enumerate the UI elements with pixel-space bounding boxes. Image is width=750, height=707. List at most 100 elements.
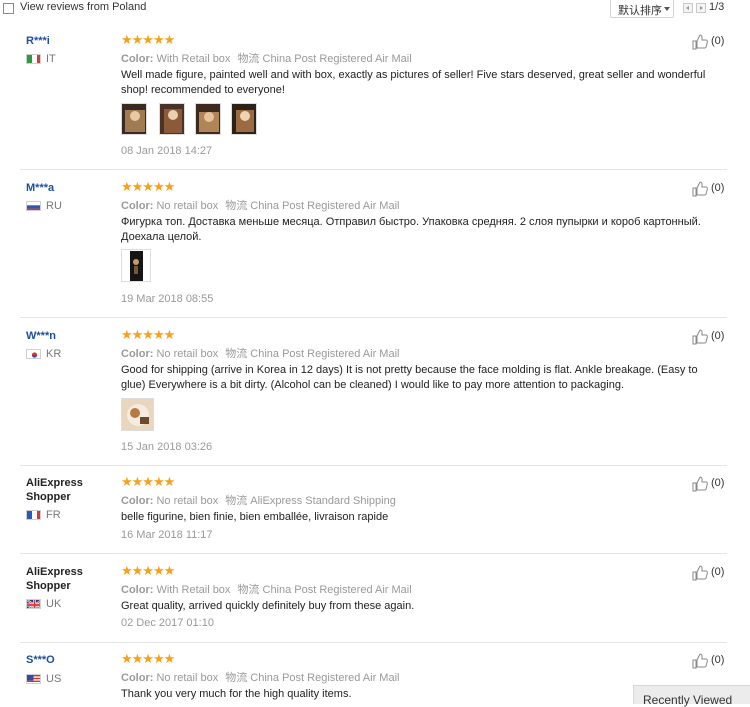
review-divider: [20, 465, 727, 466]
helpful-button[interactable]: (0): [692, 565, 732, 581]
sort-dropdown-label: 默认排序: [618, 5, 662, 17]
reviewer-country: KR: [46, 348, 62, 360]
review-photo[interactable]: [231, 103, 257, 135]
star-icon: ★★★★★: [121, 32, 175, 47]
helpful-count: (0): [711, 330, 725, 342]
shipping-label: 物流: [225, 495, 248, 507]
reviewer-country: RU: [46, 200, 62, 212]
chevron-down-icon: [664, 7, 670, 11]
sort-dropdown[interactable]: 默认排序: [610, 0, 674, 18]
review-photo[interactable]: [121, 398, 154, 431]
reviewer-country: US: [46, 673, 62, 685]
thumbs-up-icon: [692, 34, 708, 50]
reviewer-name: AliExpress Shopper: [26, 477, 83, 503]
review-text: Great quality, arrived quickly definitel…: [121, 600, 415, 612]
view-poland-label[interactable]: View reviews from Poland: [20, 1, 146, 13]
review-photo[interactable]: [121, 249, 151, 282]
review-date: 16 Mar 2018 11:17: [121, 529, 213, 541]
helpful-button[interactable]: (0): [692, 329, 732, 345]
flag-icon: [26, 510, 41, 520]
helpful-count: (0): [711, 182, 725, 194]
review-divider: [20, 642, 727, 643]
review-text: Well made figure, painted well and with …: [121, 69, 706, 96]
helpful-button[interactable]: (0): [692, 653, 732, 669]
shipping-value: China Post Registered Air Mail: [262, 584, 412, 596]
star-icon: ★★★★★: [121, 563, 175, 578]
color-value: No retail box: [156, 348, 219, 360]
helpful-button[interactable]: (0): [692, 34, 732, 50]
shipping-label: 物流: [237, 584, 260, 596]
order-info: Color: With Retail box 物流 China Post Regi…: [121, 50, 412, 66]
shipping-value: China Post Registered Air Mail: [250, 200, 400, 212]
helpful-count: (0): [711, 477, 725, 489]
star-icon: ★★★★★: [121, 651, 175, 666]
flag-icon: [26, 54, 41, 64]
review-text: Фигурка топ. Доставка меньше месяца. Отп…: [121, 216, 701, 243]
order-info: Color: No retail box 物流 China Post Regist…: [121, 345, 399, 361]
color-value: No retail box: [156, 200, 219, 212]
flag-icon: [26, 599, 41, 609]
review-divider: [20, 169, 727, 170]
review-date: 08 Jan 2018 14:27: [121, 145, 213, 157]
review-divider: [20, 317, 727, 318]
recently-viewed-tab[interactable]: Recently Viewed: [633, 685, 750, 707]
helpful-button[interactable]: (0): [692, 476, 732, 492]
review-text: belle figurine, bien finie, bien emballé…: [121, 511, 389, 523]
star-icon: ★★★★★: [121, 474, 175, 489]
order-info: Color: No retail box 物流 China Post Regist…: [121, 197, 399, 213]
reviewer-name: AliExpress Shopper: [26, 566, 83, 592]
color-label: Color:: [121, 53, 154, 65]
helpful-count: (0): [711, 35, 725, 47]
color-label: Color:: [121, 348, 154, 360]
shipping-label: 物流: [225, 348, 248, 360]
order-info: Color: No retail box 物流 China Post Regist…: [121, 669, 399, 685]
page-prev-button[interactable]: [683, 3, 693, 13]
color-label: Color:: [121, 584, 154, 596]
review-photo[interactable]: [195, 103, 221, 135]
shipping-value: China Post Registered Air Mail: [250, 348, 400, 360]
thumbs-up-icon: [692, 565, 708, 581]
reviewer-name[interactable]: W***n: [26, 329, 56, 343]
order-info: Color: With Retail box 物流 China Post Regi…: [121, 581, 412, 597]
review-photo[interactable]: [121, 103, 147, 135]
review-date: 02 Dec 2017 01:10: [121, 617, 214, 629]
shipping-value: China Post Registered Air Mail: [250, 672, 400, 684]
thumbs-up-icon: [692, 653, 708, 669]
page-count: 1/3: [709, 1, 725, 13]
review-text: Good for shipping (arrive in Korea in 12…: [121, 364, 698, 391]
star-icon: ★★★★★: [121, 327, 175, 342]
color-value: With Retail box: [156, 53, 231, 65]
color-value: No retail box: [156, 495, 219, 507]
helpful-count: (0): [711, 654, 725, 666]
helpful-button[interactable]: (0): [692, 181, 732, 197]
thumbs-up-icon: [692, 476, 708, 492]
flag-icon: [26, 349, 41, 359]
review-date: 19 Mar 2018 08:55: [121, 293, 214, 305]
color-label: Color:: [121, 672, 154, 684]
reviewer-name[interactable]: R***i: [26, 34, 50, 48]
reviewer-name[interactable]: S***O: [26, 653, 55, 667]
thumbs-up-icon: [692, 329, 708, 345]
shipping-value: AliExpress Standard Shipping: [250, 495, 396, 507]
review-divider: [20, 553, 727, 554]
shipping-label: 物流: [237, 53, 260, 65]
color-label: Color:: [121, 200, 154, 212]
color-label: Color:: [121, 495, 154, 507]
color-value: No retail box: [156, 672, 219, 684]
review-date: 15 Jan 2018 03:26: [121, 441, 213, 453]
page-next-button[interactable]: [696, 3, 706, 13]
review-photo[interactable]: [159, 103, 185, 135]
reviewer-country: UK: [46, 598, 62, 610]
review-filter-bar: View reviews from Poland 默认排序 1/3: [0, 0, 750, 20]
reviewer-country: IT: [46, 53, 56, 65]
reviewer-name[interactable]: M***a: [26, 181, 54, 195]
reviewer-country: FR: [46, 509, 61, 521]
helpful-count: (0): [711, 566, 725, 578]
recently-viewed-label: Recently Viewed: [643, 693, 733, 707]
view-poland-checkbox[interactable]: [3, 3, 14, 14]
shipping-label: 物流: [225, 200, 248, 212]
thumbs-up-icon: [692, 181, 708, 197]
color-value: With Retail box: [156, 584, 231, 596]
review-text: Thank you very much for the high quality…: [121, 688, 352, 700]
order-info: Color: No retail box 物流 AliExpress Standa…: [121, 492, 396, 508]
